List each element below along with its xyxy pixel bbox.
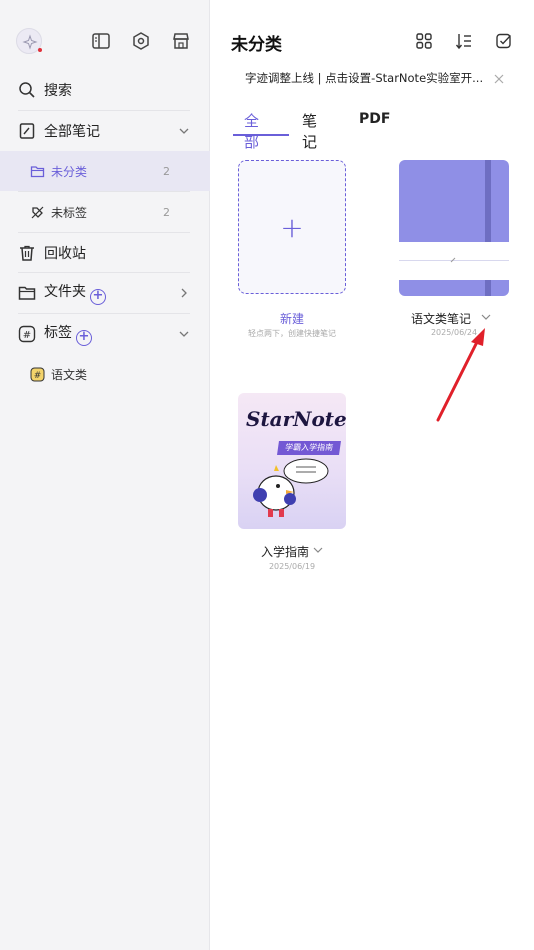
sidebar-item-label: 全部笔记 (44, 124, 100, 140)
add-tag-icon[interactable]: + (76, 330, 92, 346)
sort-icon[interactable] (455, 32, 473, 50)
sidebar-item-search[interactable]: 搜索 (0, 70, 210, 110)
tags-label: 标签 (44, 325, 72, 341)
select-check-icon[interactable] (495, 32, 513, 50)
bird-mascot-illustration (253, 458, 329, 517)
chevron-down-icon[interactable] (178, 328, 190, 340)
sidebar-item-label: 文件夹 + (44, 281, 106, 305)
tab-all[interactable]: 全部 (244, 110, 259, 152)
notification-dot (38, 48, 42, 52)
search-icon (19, 82, 35, 98)
sidebar-item-label: 语文类 (51, 367, 88, 382)
new-note-hint: 轻点两下，创建快捷笔记 (248, 329, 336, 338)
guide-title[interactable]: 入学指南 (250, 543, 320, 560)
pen-icon (450, 257, 456, 263)
add-folder-icon[interactable]: + (90, 289, 106, 305)
sidebar-item-label: 未分类 (51, 164, 88, 179)
tag-hashtag-icon: # (30, 367, 45, 381)
active-tab-indicator (233, 134, 289, 136)
plus-icon: + (280, 211, 304, 244)
sidebar-item-unlabeled[interactable]: 未标签 2 (0, 192, 210, 232)
sidebar: 搜索 全部笔记 未分类 2 未标签 2 回收站 文件夹 + # 标签 + # 语… (0, 0, 210, 950)
sidebar-item-label: 回收站 (44, 246, 86, 262)
sidebar-toggle-icon[interactable] (90, 30, 112, 52)
item-count: 2 (163, 164, 170, 178)
sidebar-item-tags[interactable]: # 标签 + (0, 314, 210, 354)
sidebar-item-label: 搜索 (44, 83, 72, 99)
close-icon[interactable] (494, 74, 504, 84)
sidebar-item-label: 未标签 (51, 205, 88, 220)
chevron-down-icon[interactable] (313, 546, 323, 554)
new-note-card[interactable]: + (238, 160, 346, 294)
folder-icon (30, 165, 45, 177)
tab-notes[interactable]: 笔记 (302, 110, 317, 152)
annotation-arrow (436, 328, 485, 422)
notebook-cover[interactable] (399, 160, 509, 296)
sidebar-item-uncategorized[interactable]: 未分类 2 (0, 151, 210, 191)
item-count: 2 (163, 205, 170, 219)
sidebar-item-tag-chinese[interactable]: # 语文类 (0, 354, 210, 394)
tab-pdf[interactable]: PDF (359, 111, 390, 127)
sidebar-item-folders[interactable]: 文件夹 + (0, 273, 210, 313)
sidebar-item-label: 标签 + (44, 322, 92, 346)
new-note-title: 新建 (279, 312, 304, 326)
svg-text:#: # (23, 330, 31, 341)
svg-text:#: # (34, 371, 42, 381)
main-content: 未分类 字迹调整上线 | 点击设置-StarNote实验室开... 全部 笔记 (211, 0, 534, 950)
sidebar-item-all-notes[interactable]: 全部笔记 (0, 111, 210, 151)
app-window: 搜索 全部笔记 未分类 2 未标签 2 回收站 文件夹 + # 标签 + # 语… (0, 0, 534, 950)
page-title: 未分类 (231, 35, 282, 55)
notebook-icon (19, 123, 35, 139)
trash-icon (20, 245, 34, 261)
chevron-right-icon[interactable] (178, 287, 190, 299)
folder-icon (18, 286, 36, 300)
tag-off-icon (31, 206, 44, 218)
store-icon[interactable] (170, 30, 192, 52)
sidebar-toolbar (16, 28, 193, 56)
sidebar-item-trash[interactable]: 回收站 (0, 233, 210, 273)
folders-label: 文件夹 (44, 284, 86, 300)
chevron-down-icon[interactable] (178, 125, 190, 137)
grid-view-icon[interactable] (415, 32, 433, 50)
announcement-banner[interactable]: 字迹调整上线 | 点击设置-StarNote实验室开... (245, 70, 483, 86)
hashtag-icon: # (18, 325, 36, 343)
starnote-logo: StarNote (246, 407, 346, 431)
settings-icon[interactable] (130, 30, 152, 52)
guide-date: 2025/06/19 (268, 562, 316, 571)
guide-cover[interactable]: StarNote 学霸入学指南 (238, 393, 346, 529)
